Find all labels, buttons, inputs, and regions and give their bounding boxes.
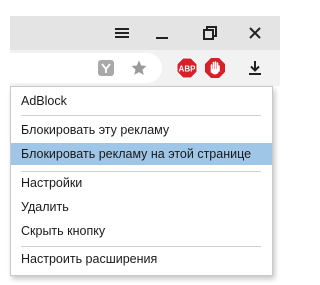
menu-item-adblock-title: AdBlock [21, 94, 67, 108]
adblock-dropdown-menu: AdBlock Блокировать эту рекламу Блокиров… [10, 86, 273, 276]
star-icon[interactable] [130, 59, 148, 77]
hamburger-menu-icon[interactable] [112, 23, 132, 43]
download-icon[interactable] [246, 59, 264, 77]
menu-item-configure-extensions[interactable]: Настроить расширения [11, 248, 272, 270]
address-bar: ABP [10, 50, 280, 86]
menu-item-block-ads-on-page[interactable]: Блокировать рекламу на этой странице [11, 143, 272, 165]
close-icon[interactable] [245, 23, 265, 43]
menu-divider [21, 115, 261, 116]
title-bar [10, 16, 280, 50]
menu-item-settings[interactable]: Настройки [11, 172, 272, 194]
url-field[interactable] [10, 53, 162, 83]
adblock-plus-icon[interactable]: ABP [176, 57, 198, 79]
adblock-badge-text: ABP [179, 65, 197, 74]
browser-window: ABP AdBlock Блокировать эту рекламу Блок… [0, 0, 288, 285]
menu-divider [21, 246, 261, 247]
adblock-hand-icon[interactable] [204, 57, 226, 79]
menu-item-remove[interactable]: Удалить [11, 196, 272, 218]
restore-icon[interactable] [200, 23, 220, 43]
menu-item-block-this-ad[interactable]: Блокировать эту рекламу [11, 119, 272, 141]
page-icon[interactable] [97, 59, 115, 77]
minimize-icon[interactable] [152, 23, 172, 43]
menu-item-hide-button[interactable]: Скрыть кнопку [11, 220, 272, 242]
